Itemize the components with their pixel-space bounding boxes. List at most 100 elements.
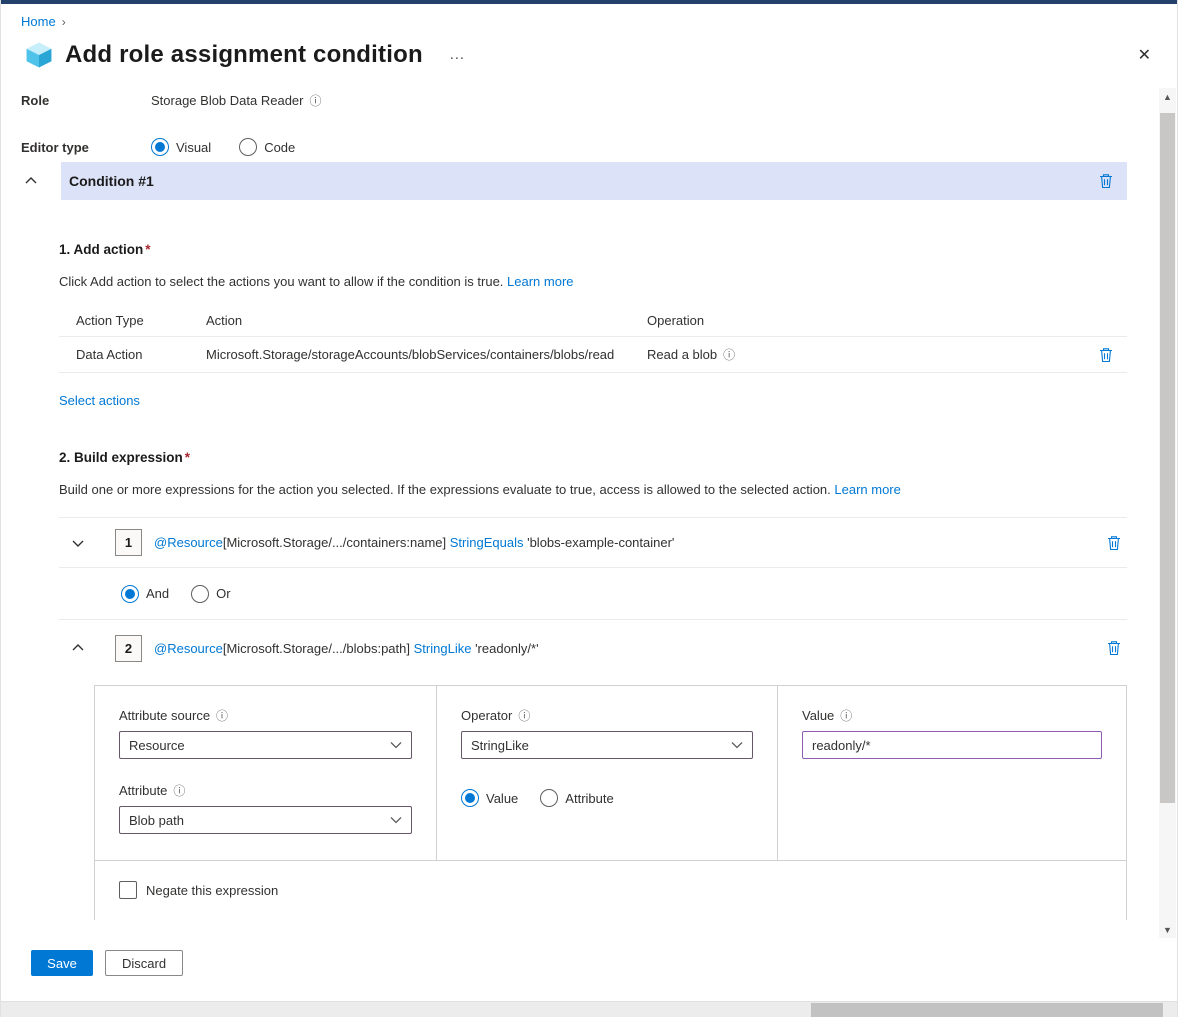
discard-button[interactable]: Discard	[105, 950, 183, 976]
expression-1-delete-trash-icon[interactable]	[1107, 535, 1121, 551]
value-input[interactable]	[802, 731, 1102, 759]
add-action-learn-more-link[interactable]: Learn more	[507, 274, 573, 289]
radio-dot	[191, 585, 209, 603]
radio-dot	[540, 789, 558, 807]
expression-2-operator-link[interactable]: StringLike	[414, 641, 472, 656]
or-radio[interactable]: Or	[191, 585, 230, 603]
col-action-type: Action Type	[59, 313, 206, 328]
editor-type-visual-radio[interactable]: Visual	[151, 138, 211, 156]
role-value: Storage Blob Data Reader	[151, 93, 303, 108]
radio-dot	[151, 138, 169, 156]
operator-column: Operator ⓘ StringLike Value	[436, 686, 777, 860]
expression-1-attribute-link[interactable]: @Resource	[154, 535, 223, 550]
and-radio[interactable]: And	[121, 585, 169, 603]
col-operation: Operation	[647, 313, 1087, 328]
condition-header: Condition #1	[61, 162, 1127, 200]
vertical-scrollbar-thumb[interactable]	[1160, 113, 1175, 803]
value-info-icon[interactable]: ⓘ	[840, 710, 852, 722]
add-action-description: Click Add action to select the actions y…	[59, 274, 1127, 289]
value-radio[interactable]: Value	[461, 789, 518, 807]
vertical-scrollbar[interactable]: ▲ ▼	[1159, 88, 1176, 938]
expression-1-collapse-toggle[interactable]	[71, 537, 87, 549]
expression-2-collapse-toggle[interactable]	[71, 642, 87, 654]
value-label: Value	[802, 708, 834, 723]
or-label: Or	[216, 586, 230, 601]
attribute-source-info-icon[interactable]: ⓘ	[216, 710, 228, 722]
editor-type-label: Editor type	[1, 140, 151, 155]
expression-2-number: 2	[115, 635, 142, 662]
radio-dot	[121, 585, 139, 603]
more-options-button[interactable]: …	[449, 46, 467, 64]
operator-info-icon[interactable]: ⓘ	[518, 710, 530, 722]
radio-dot	[239, 138, 257, 156]
chevron-up-icon	[71, 642, 85, 654]
expression-1-operator-link[interactable]: StringEquals	[450, 535, 524, 550]
chevron-down-icon	[71, 537, 85, 549]
condition-scroll-area: Condition #1 1. Add action* Click Add ac…	[1, 162, 1177, 920]
radio-dot	[461, 789, 479, 807]
footer-actions: Save Discard	[1, 950, 1177, 976]
save-button[interactable]: Save	[31, 950, 93, 976]
chevron-down-icon	[390, 816, 402, 824]
attribute-source-dropdown[interactable]: Resource	[119, 731, 412, 759]
attribute-label: Attribute	[119, 783, 167, 798]
select-actions-link[interactable]: Select actions	[59, 393, 140, 408]
cell-action: Microsoft.Storage/storageAccounts/blobSe…	[206, 347, 647, 362]
chevron-up-icon	[24, 175, 38, 187]
role-row: Role Storage Blob Data Reader ⓘ	[1, 93, 1177, 108]
operation-info-icon[interactable]: ⓘ	[723, 349, 735, 361]
breadcrumb: Home ›	[1, 4, 1177, 29]
attribute-info-icon[interactable]: ⓘ	[173, 785, 185, 797]
expression-2-row: 2 @Resource[Microsoft.Storage/.../blobs:…	[59, 620, 1127, 676]
negate-row: Negate this expression	[95, 860, 1126, 920]
chevron-down-icon	[390, 741, 402, 749]
required-asterisk: *	[185, 450, 190, 465]
horizontal-scrollbar-thumb[interactable]	[811, 1003, 1163, 1017]
expression-1-summary: @Resource[Microsoft.Storage/.../containe…	[154, 535, 674, 550]
editor-type-code-radio[interactable]: Code	[239, 138, 295, 156]
chevron-down-icon	[731, 741, 743, 749]
operator-dropdown[interactable]: StringLike	[461, 731, 753, 759]
page-header: Add role assignment condition … ✕	[1, 29, 1177, 69]
action-delete-trash-icon[interactable]	[1099, 347, 1113, 363]
cell-action-type: Data Action	[59, 347, 206, 362]
scroll-up-arrow-icon[interactable]: ▲	[1159, 88, 1176, 105]
editor-type-visual-label: Visual	[176, 140, 211, 155]
breadcrumb-home-link[interactable]: Home	[21, 14, 56, 29]
condition-collapse-toggle[interactable]	[1, 175, 61, 187]
attribute-value: Blob path	[129, 813, 184, 828]
build-expression-description: Build one or more expressions for the ac…	[59, 482, 1127, 497]
editor-type-row: Editor type Visual Code	[1, 138, 1177, 156]
attribute-radio[interactable]: Attribute	[540, 789, 613, 807]
table-row: Data Action Microsoft.Storage/storageAcc…	[59, 337, 1127, 373]
role-info-icon[interactable]: ⓘ	[309, 95, 321, 107]
expression-2-delete-trash-icon[interactable]	[1107, 640, 1121, 656]
close-icon[interactable]: ✕	[1132, 43, 1157, 67]
condition-delete-trash-icon[interactable]	[1099, 173, 1113, 189]
scroll-down-arrow-icon[interactable]: ▼	[1159, 921, 1176, 938]
expression-editor-panel: Attribute source ⓘ Resource Attribute ⓘ	[94, 685, 1127, 920]
actions-table-header: Action Type Action Operation	[59, 305, 1127, 337]
build-expression-learn-more-link[interactable]: Learn more	[834, 482, 900, 497]
attribute-dropdown[interactable]: Blob path	[119, 806, 412, 834]
add-action-heading: 1. Add action*	[59, 242, 1127, 257]
expression-2-summary: @Resource[Microsoft.Storage/.../blobs:pa…	[154, 641, 539, 656]
value-column: Value ⓘ	[777, 686, 1126, 860]
expression-2-attribute-link[interactable]: @Resource	[154, 641, 223, 656]
logical-operator-row: And Or	[59, 568, 1127, 620]
condition-header-row: Condition #1	[1, 162, 1177, 200]
attribute-radio-label: Attribute	[565, 791, 613, 806]
attribute-source-label: Attribute source	[119, 708, 210, 723]
negate-checkbox[interactable]	[119, 881, 137, 899]
actions-table: Action Type Action Operation Data Action…	[59, 305, 1127, 373]
horizontal-scrollbar[interactable]	[1, 1001, 1177, 1017]
col-action: Action	[206, 313, 647, 328]
page-title: Add role assignment condition	[65, 41, 423, 69]
editor-type-code-label: Code	[264, 140, 295, 155]
attribute-source-column: Attribute source ⓘ Resource Attribute ⓘ	[95, 686, 436, 860]
role-label: Role	[1, 93, 151, 108]
operator-value: StringLike	[471, 738, 529, 753]
add-role-assignment-condition-page: Home › Add role assignment condition … ✕…	[0, 0, 1178, 1017]
condition-cube-icon	[25, 41, 53, 69]
expression-1-row: 1 @Resource[Microsoft.Storage/.../contai…	[59, 518, 1127, 568]
